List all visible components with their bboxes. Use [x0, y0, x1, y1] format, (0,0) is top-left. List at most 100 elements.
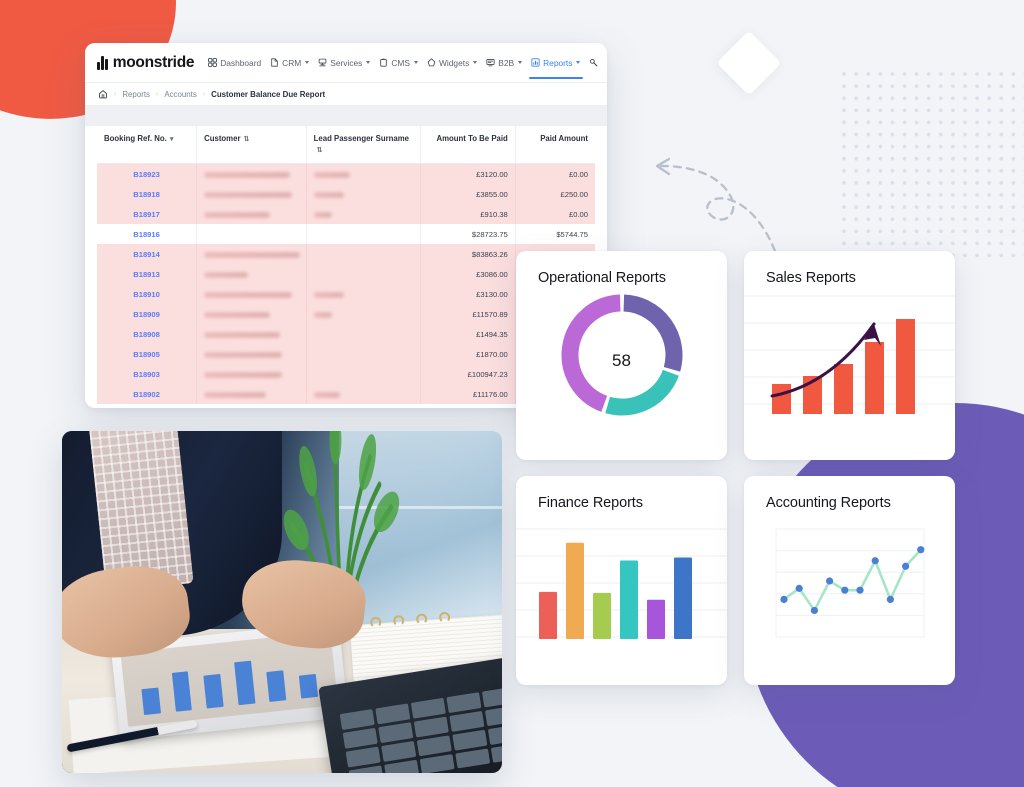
redacted-value: [204, 191, 293, 198]
cell-surname: [306, 344, 422, 365]
cell-surname: [306, 244, 422, 265]
column-header-booking-ref[interactable]: Booking Ref. No. ▾: [97, 126, 198, 165]
nav-item-services[interactable]: Services: [314, 47, 375, 79]
cell-customer: [196, 384, 307, 405]
column-header-paid-amount[interactable]: Paid Amount: [515, 126, 595, 165]
breadcrumb-item-reports[interactable]: Reports: [122, 90, 150, 99]
cell-booking-ref[interactable]: B18916: [97, 224, 198, 245]
column-header-amount-to-be-paid[interactable]: Amount To Be Paid: [420, 126, 516, 165]
nav-item-dashboard[interactable]: Dashboard: [204, 47, 266, 79]
sort-icon: ⇅: [243, 136, 250, 143]
nav-label: CRM: [282, 57, 302, 68]
nav-item-crm[interactable]: CRM: [266, 47, 314, 79]
redacted-value: [204, 351, 283, 358]
card-title: Sales Reports: [766, 270, 856, 286]
breadcrumb-item-accounts[interactable]: Accounts: [164, 90, 196, 99]
cell-surname: [306, 304, 422, 325]
nav-item-b2b[interactable]: B2B: [482, 47, 527, 79]
data-point-7: [886, 595, 894, 603]
cell-booking-ref[interactable]: B18905: [97, 344, 198, 365]
card-operational-reports[interactable]: Operational Reports 58: [516, 251, 727, 460]
cell-booking-ref[interactable]: B18910: [97, 284, 198, 305]
chevron-down-icon: [366, 61, 371, 64]
cell-booking-ref[interactable]: B18917: [97, 204, 198, 225]
sales-chart-container: [744, 286, 955, 436]
cell-booking-ref[interactable]: B18902: [97, 384, 198, 405]
redacted-value: [204, 391, 267, 398]
column-header-lead-passenger-surname[interactable]: Lead Passenger Surname ⇅: [306, 126, 422, 165]
cell-booking-ref[interactable]: B18909: [97, 304, 198, 325]
nav-item-reports[interactable]: Reports: [527, 47, 585, 79]
cell-amount-to-be-paid: £11176.00: [420, 384, 516, 405]
sort-icon: ⇅: [316, 146, 323, 154]
redacted-value: [313, 291, 344, 298]
chevron-down-icon: [305, 61, 310, 64]
redacted-value: [204, 291, 293, 298]
dashed-curved-arrow-icon: [655, 157, 777, 253]
redacted-value: [204, 251, 301, 258]
donut-chart-container: 58: [516, 286, 727, 436]
cell-customer: [196, 244, 307, 265]
nav-item-cms[interactable]: CMS: [375, 47, 423, 79]
cell-customer: [196, 224, 307, 245]
cell-booking-ref[interactable]: B18923: [97, 163, 198, 185]
dot-grid-decoration: [838, 68, 1024, 258]
nav-item-widgets[interactable]: Widgets: [423, 47, 482, 79]
cell-amount-to-be-paid: £100947.23: [420, 364, 516, 385]
cell-booking-ref[interactable]: B18914: [97, 244, 198, 265]
card-finance-reports[interactable]: Finance Reports: [516, 476, 727, 685]
table-row[interactable]: B18917 £910.38 £0.00: [97, 204, 595, 225]
card-title: Accounting Reports: [766, 495, 891, 511]
table-row[interactable]: B18918 £3855.00 £250.00: [97, 184, 595, 205]
data-point-0: [780, 595, 788, 603]
top-navigation-bar: moonstride Dashboard CRM Services CMS Wi…: [85, 43, 607, 83]
cell-booking-ref[interactable]: B18903: [97, 364, 198, 385]
brand-logo[interactable]: moonstride: [97, 54, 194, 72]
cell-surname: [306, 184, 422, 205]
settings-tools-icon: [590, 59, 598, 67]
nav-label: CMS: [391, 57, 410, 68]
cell-paid-amount: $5744.75: [515, 224, 595, 245]
services-icon: [318, 58, 327, 67]
card-sales-reports[interactable]: Sales Reports: [744, 251, 955, 460]
cell-booking-ref[interactable]: B18908: [97, 324, 198, 345]
table-row[interactable]: B18916 $28723.75 $5744.75: [97, 224, 595, 245]
home-icon[interactable]: [98, 89, 108, 99]
cell-amount-to-be-paid: £910.38: [420, 204, 516, 225]
accounting-chart-container: [744, 511, 955, 661]
card-accounting-reports[interactable]: Accounting Reports: [744, 476, 955, 685]
redacted-value: [204, 371, 283, 378]
nav-item-overflow[interactable]: [585, 47, 603, 78]
redacted-value: [204, 271, 249, 278]
business-analytics-photo: [62, 431, 502, 773]
column-header-customer[interactable]: Customer ⇅: [196, 126, 307, 165]
cell-customer: [196, 344, 307, 365]
chevron-down-icon: [576, 61, 581, 64]
breadcrumb-item-current: Customer Balance Due Report: [211, 89, 326, 99]
redacted-value: [204, 331, 281, 338]
sales-bar-3: [865, 342, 884, 414]
finance-bar-2: [593, 592, 611, 639]
cell-paid-amount: £0.00: [515, 163, 595, 185]
cell-surname: [306, 163, 422, 185]
cell-booking-ref[interactable]: B18913: [97, 264, 198, 285]
cell-customer: [196, 184, 307, 205]
page-root: moonstride Dashboard CRM Services CMS Wi…: [0, 0, 1024, 787]
accounting-line-chart: [775, 528, 925, 638]
column-label: Booking Ref. No.: [104, 134, 167, 143]
breadcrumb-separator: ›: [114, 90, 117, 98]
sales-bar-chart: [744, 295, 955, 414]
cell-surname: [306, 324, 422, 345]
nav-label: Dashboard: [220, 57, 262, 68]
cell-paid-amount: £250.00: [515, 184, 595, 205]
chevron-down-icon: [473, 61, 478, 64]
logo-bars-icon: [97, 55, 108, 70]
cell-amount-to-be-paid: £3855.00: [420, 184, 516, 205]
data-point-4: [841, 586, 849, 594]
column-label: Customer: [204, 134, 241, 143]
data-point-6: [871, 557, 879, 565]
table-row[interactable]: B18923 £3120.00 £0.00: [97, 163, 595, 185]
breadcrumb: › Reports › Accounts › Customer Balance …: [85, 83, 607, 106]
cell-booking-ref[interactable]: B18918: [97, 184, 198, 205]
redacted-value: [313, 171, 350, 178]
